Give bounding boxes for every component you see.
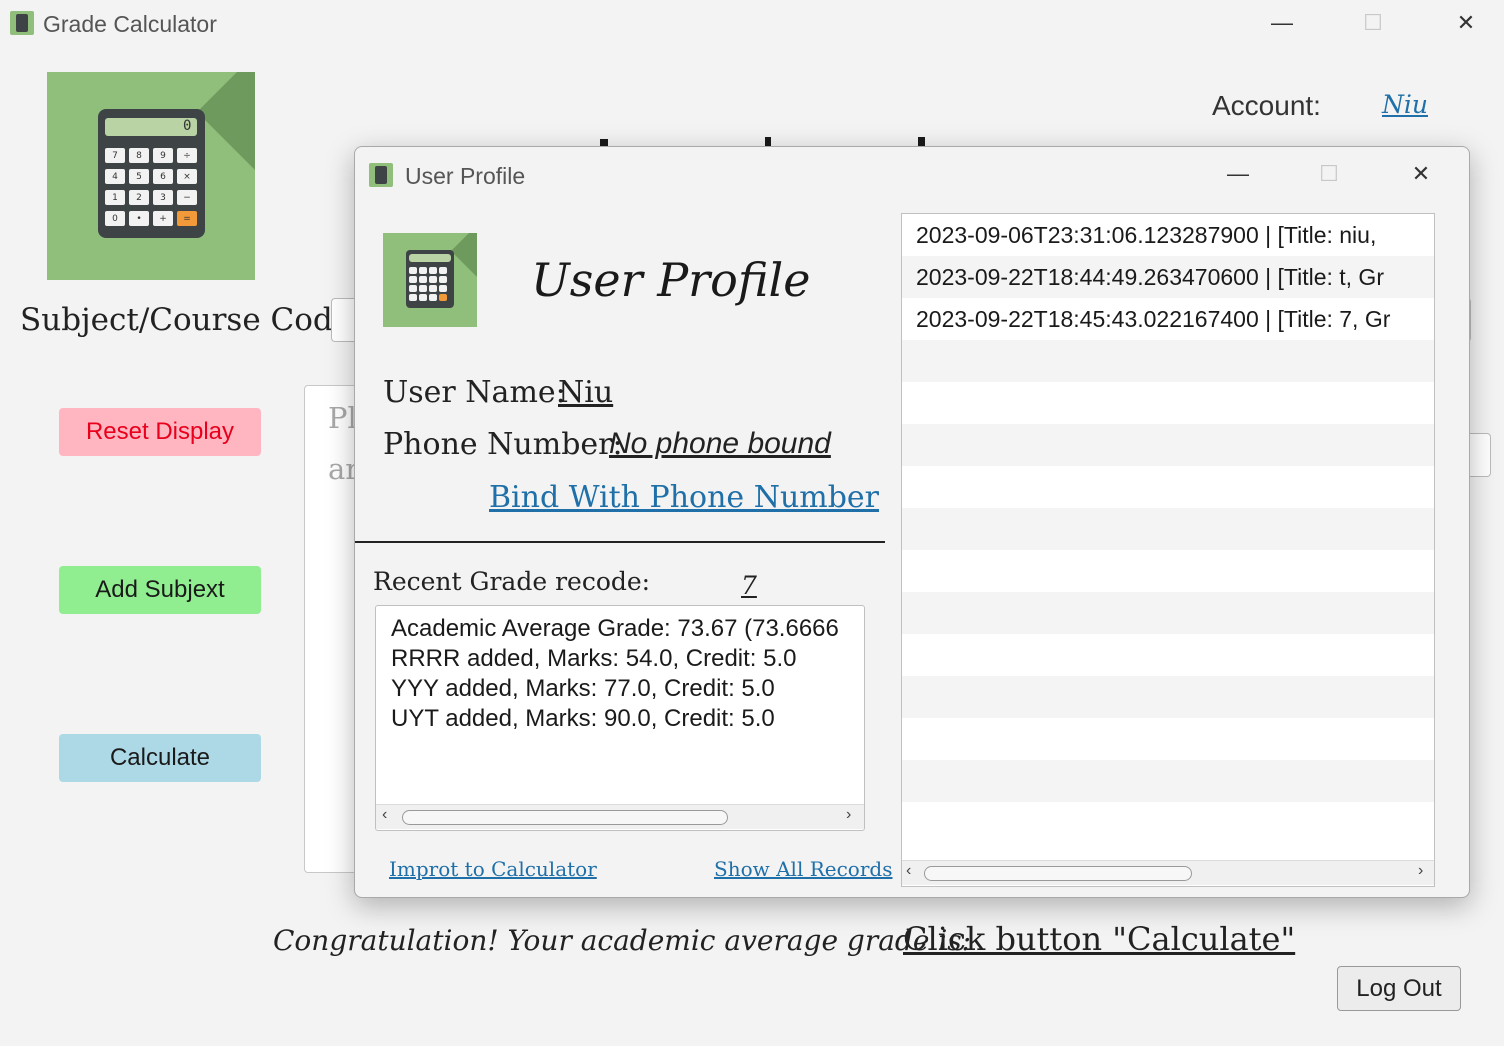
account-link[interactable]: Niu: [1382, 90, 1428, 119]
calc-key: 9: [153, 148, 173, 163]
account-label: Account:: [1212, 90, 1321, 121]
record-row[interactable]: [902, 676, 1434, 718]
recent-grade-line: Academic Average Grade: 73.67 (73.6666: [391, 615, 839, 642]
calc-key: 6: [153, 169, 173, 184]
recent-grade-line: YYY added, Marks: 77.0, Credit: 5.0: [391, 675, 775, 702]
calc-key: ×: [177, 169, 197, 184]
calc-key: 2: [129, 190, 149, 205]
calc-key: [439, 294, 447, 301]
record-row[interactable]: [902, 382, 1434, 424]
recent-grade-count: 7: [741, 571, 757, 600]
calc-key: [429, 267, 437, 274]
result-value: Click button "Calculate": [903, 920, 1296, 958]
user-profile-dialog: User Profile — ☐ ✕ User Profile User Nam…: [354, 146, 1470, 898]
calc-key: 5: [129, 169, 149, 184]
calc-key: [439, 276, 447, 283]
calc-key: 4: [105, 169, 125, 184]
profile-heading: User Profile: [531, 253, 811, 307]
record-row[interactable]: 2023-09-22T18:44:49.263470600 | [Title: …: [902, 256, 1434, 298]
record-row[interactable]: [902, 592, 1434, 634]
calc-key: [439, 285, 447, 292]
scroll-right-icon[interactable]: ›: [846, 806, 851, 824]
dialog-app-icon: [369, 163, 393, 187]
records-list[interactable]: 2023-09-06T23:31:06.123287900 | [Title: …: [901, 213, 1435, 887]
record-row[interactable]: [902, 760, 1434, 802]
dialog-minimize-icon[interactable]: —: [1218, 159, 1258, 189]
calc-key: 7: [105, 148, 125, 163]
calc-key: 3: [153, 190, 173, 205]
records-scroll-right-icon[interactable]: ›: [1418, 862, 1423, 880]
calc-key: 0: [105, 211, 125, 226]
calculate-button[interactable]: Calculate: [59, 734, 261, 782]
record-row[interactable]: [902, 550, 1434, 592]
calc-key: [419, 276, 427, 283]
import-to-calculator-link[interactable]: Improt to Calculator: [389, 857, 597, 881]
recent-grade-line: RRRR added, Marks: 54.0, Credit: 5.0: [391, 645, 797, 672]
calculator-logo-icon: 0 7 8 9 ÷ 4 5 6 × 1 2 3− 0 • + =: [47, 72, 255, 280]
recent-grade-label: Recent Grade recode:: [373, 567, 651, 596]
user-name-value: Niu: [558, 375, 614, 410]
calc-key: [429, 285, 437, 292]
divider: [355, 541, 885, 543]
calc-key: [409, 276, 417, 283]
calc-key: [439, 267, 447, 274]
calc-key: [429, 294, 437, 301]
record-row[interactable]: [902, 634, 1434, 676]
records-hscrollbar[interactable]: ‹ ›: [902, 860, 1434, 885]
record-row[interactable]: [902, 466, 1434, 508]
subject-label: Subject/Course Code:: [20, 302, 362, 338]
calc-key: −: [177, 190, 197, 205]
record-row[interactable]: [902, 340, 1434, 382]
records-scroll-thumb[interactable]: [924, 866, 1192, 881]
dialog-close-icon[interactable]: ✕: [1401, 159, 1441, 189]
record-row[interactable]: 2023-09-06T23:31:06.123287900 | [Title: …: [902, 214, 1434, 256]
dialog-title: User Profile: [405, 163, 526, 189]
record-row[interactable]: [902, 508, 1434, 550]
phone-value: No phone bound: [609, 427, 831, 460]
show-all-records-link[interactable]: Show All Records: [714, 857, 892, 881]
calc-key: [409, 285, 417, 292]
calc-key: =: [177, 211, 197, 226]
calc-key: [419, 267, 427, 274]
hidden-heading-fragment: [600, 137, 930, 146]
calc-key: +: [153, 211, 173, 226]
result-label: Congratulation! Your academic average gr…: [273, 924, 972, 957]
calc-key: •: [129, 211, 149, 226]
textarea-placeholder-line1: Pl: [328, 401, 357, 435]
bind-phone-link[interactable]: Bind With Phone Number: [489, 480, 879, 515]
recent-grade-hscrollbar[interactable]: ‹ ›: [376, 804, 864, 829]
app-icon: [10, 11, 34, 35]
window-title: Grade Calculator: [43, 11, 217, 37]
record-row[interactable]: [902, 802, 1434, 844]
calc-key: [409, 294, 417, 301]
dialog-maximize-icon: ☐: [1319, 161, 1339, 186]
add-subject-button[interactable]: Add Subjext: [59, 566, 261, 614]
records-scroll-left-icon[interactable]: ‹: [906, 862, 911, 880]
close-icon[interactable]: ✕: [1446, 8, 1486, 38]
phone-label: Phone Number:: [383, 427, 623, 462]
profile-calculator-icon: [383, 233, 477, 327]
calc-display-digit: 0: [183, 118, 192, 134]
maximize-icon: ☐: [1363, 10, 1383, 35]
minimize-icon[interactable]: —: [1262, 8, 1302, 38]
calc-key: 1: [105, 190, 125, 205]
calc-key: [419, 285, 427, 292]
calc-key: 8: [129, 148, 149, 163]
scroll-thumb[interactable]: [402, 810, 728, 825]
record-row[interactable]: [902, 718, 1434, 760]
calc-key: [419, 294, 427, 301]
record-row[interactable]: 2023-09-22T18:45:43.022167400 | [Title: …: [902, 298, 1434, 340]
user-name-label: User Name:: [383, 375, 566, 410]
recent-grade-textarea[interactable]: Academic Average Grade: 73.67 (73.6666 RR…: [375, 605, 865, 831]
calc-key: [429, 276, 437, 283]
calc-key: ÷: [177, 148, 197, 163]
logout-button[interactable]: Log Out: [1337, 966, 1461, 1011]
calc-key: [409, 267, 417, 274]
recent-grade-line: UYT added, Marks: 90.0, Credit: 5.0: [391, 705, 775, 732]
record-row[interactable]: [902, 424, 1434, 466]
scroll-left-icon[interactable]: ‹: [382, 806, 387, 824]
reset-display-button[interactable]: Reset Display: [59, 408, 261, 456]
